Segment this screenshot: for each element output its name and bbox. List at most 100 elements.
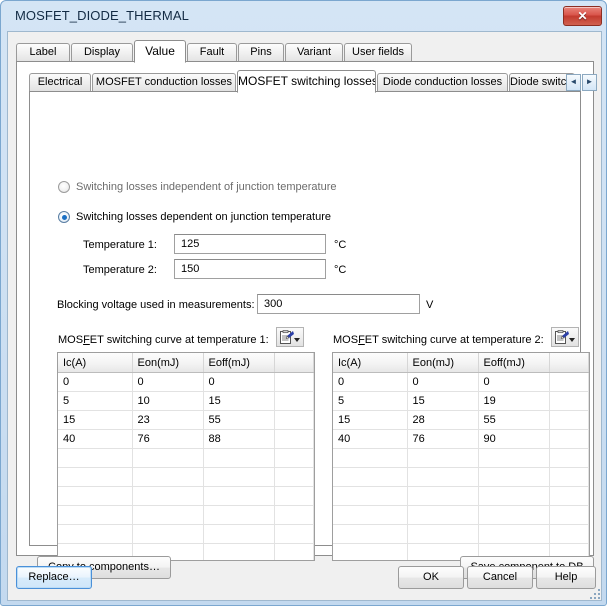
table-cell[interactable]: 0 [132,372,204,392]
curve1-editor-button[interactable] [276,327,304,347]
table-cell[interactable] [333,486,408,506]
table-cell[interactable] [274,410,314,430]
table-row-empty[interactable] [333,448,589,468]
table-cell[interactable] [407,448,479,468]
table-cell[interactable] [407,486,479,506]
table-cell[interactable] [549,505,589,525]
table-cell[interactable] [333,448,408,468]
table-cell[interactable]: 0 [333,372,408,392]
table-row-empty[interactable] [333,505,589,525]
table-cell[interactable]: 28 [407,410,479,430]
table-cell[interactable] [58,486,133,506]
radio-dependent[interactable] [58,211,70,223]
table-cell[interactable]: 0 [478,372,550,392]
table-cell[interactable] [274,543,314,560]
table-cell[interactable] [274,391,314,411]
table-cell[interactable] [58,448,133,468]
table-cell[interactable] [407,467,479,487]
table-cell[interactable]: 40 [333,429,408,449]
table-cell[interactable] [333,524,408,544]
table-row-empty[interactable] [58,467,314,487]
help-button[interactable]: Help [536,566,596,589]
table-cell[interactable] [549,410,589,430]
tab-display[interactable]: Display [71,43,133,62]
table-cell[interactable]: 15 [58,410,133,430]
table-cell[interactable]: 10 [132,391,204,411]
table-cell[interactable] [478,486,550,506]
table-cell[interactable] [478,448,550,468]
cancel-button[interactable]: Cancel [467,566,533,589]
table-row[interactable]: 5 15 19 [333,391,589,411]
column-header-2[interactable]: Eon(mJ) [132,353,204,373]
subtab-electrical[interactable]: Electrical [29,73,91,92]
radio-independent[interactable] [58,181,70,193]
table-cell[interactable] [549,467,589,487]
temperature1-input[interactable] [174,234,326,254]
table-cell[interactable] [274,486,314,506]
table-row[interactable]: 40 76 88 [58,429,314,449]
table-cell[interactable] [333,467,408,487]
tab-user-fields[interactable]: User fields [344,43,412,62]
tab-scroll-left-button[interactable]: ◄ [566,74,581,91]
table-cell[interactable] [549,448,589,468]
table-cell[interactable] [333,543,408,560]
table-cell[interactable]: 23 [132,410,204,430]
table-row[interactable]: 15 23 55 [58,410,314,430]
tab-fault[interactable]: Fault [187,43,237,62]
table-cell[interactable]: 0 [203,372,275,392]
table-cell[interactable] [203,448,275,468]
table-cell[interactable]: 15 [333,410,408,430]
table-cell[interactable] [132,505,204,525]
table-cell[interactable]: 5 [58,391,133,411]
tab-value[interactable]: Value [134,40,186,63]
table-cell[interactable]: 19 [478,391,550,411]
table-cell[interactable] [132,524,204,544]
table-cell[interactable] [58,524,133,544]
table-cell[interactable] [274,505,314,525]
table-cell[interactable] [132,448,204,468]
table-cell[interactable] [274,429,314,449]
table-cell[interactable] [203,505,275,525]
table-cell[interactable]: 0 [58,372,133,392]
table-cell[interactable] [549,391,589,411]
subtab-diode-conduction-losses[interactable]: Diode conduction losses [377,73,508,92]
table-row-empty[interactable] [333,467,589,487]
column-header-1[interactable]: Ic(A) [333,353,408,373]
ok-button[interactable]: OK [398,566,464,589]
table-cell[interactable]: 55 [203,410,275,430]
replace-button[interactable]: Replace… [16,566,92,589]
table-row-empty[interactable] [58,486,314,506]
table-cell[interactable]: 88 [203,429,275,449]
close-button[interactable]: ✕ [563,6,602,26]
table-row[interactable]: 000 [58,372,314,392]
table-cell[interactable]: 5 [333,391,408,411]
table-cell[interactable] [203,486,275,506]
curve2-editor-button[interactable] [551,327,579,347]
table-cell[interactable] [407,524,479,544]
table-row-empty[interactable] [58,505,314,525]
table-cell[interactable]: 15 [203,391,275,411]
title-bar[interactable]: MOSFET_DIODE_THERMAL ✕ [1,1,607,31]
subtab-mosfet-conduction-losses[interactable]: MOSFET conduction losses [92,73,236,92]
curve1-grid[interactable]: Ic(A) Eon(mJ) Eoff(mJ) 0 0 0 5 10 15 15 23 55 40 76 8… [57,352,315,561]
table-cell[interactable] [274,372,314,392]
column-header-4[interactable] [274,353,314,373]
table-cell[interactable] [132,486,204,506]
table-cell[interactable] [203,524,275,544]
temperature2-input[interactable] [174,259,326,279]
table-cell[interactable] [274,448,314,468]
table-cell[interactable] [274,467,314,487]
table-cell[interactable]: 55 [478,410,550,430]
table-cell[interactable] [274,524,314,544]
table-cell[interactable] [58,467,133,487]
column-header-2[interactable]: Eon(mJ) [407,353,479,373]
table-row[interactable]: 15 28 55 [333,410,589,430]
blocking-voltage-input[interactable] [257,294,420,314]
table-cell[interactable] [407,505,479,525]
table-cell[interactable] [549,486,589,506]
table-row[interactable]: 000 [333,372,589,392]
tab-scroll-right-button[interactable]: ► [582,74,597,91]
curve2-grid[interactable]: Ic(A) Eon(mJ) Eoff(mJ) 0 0 0 5 15 19 15 28 55 40 76 9… [332,352,590,561]
table-row-empty[interactable] [333,524,589,544]
column-header-3[interactable]: Eoff(mJ) [478,353,550,373]
